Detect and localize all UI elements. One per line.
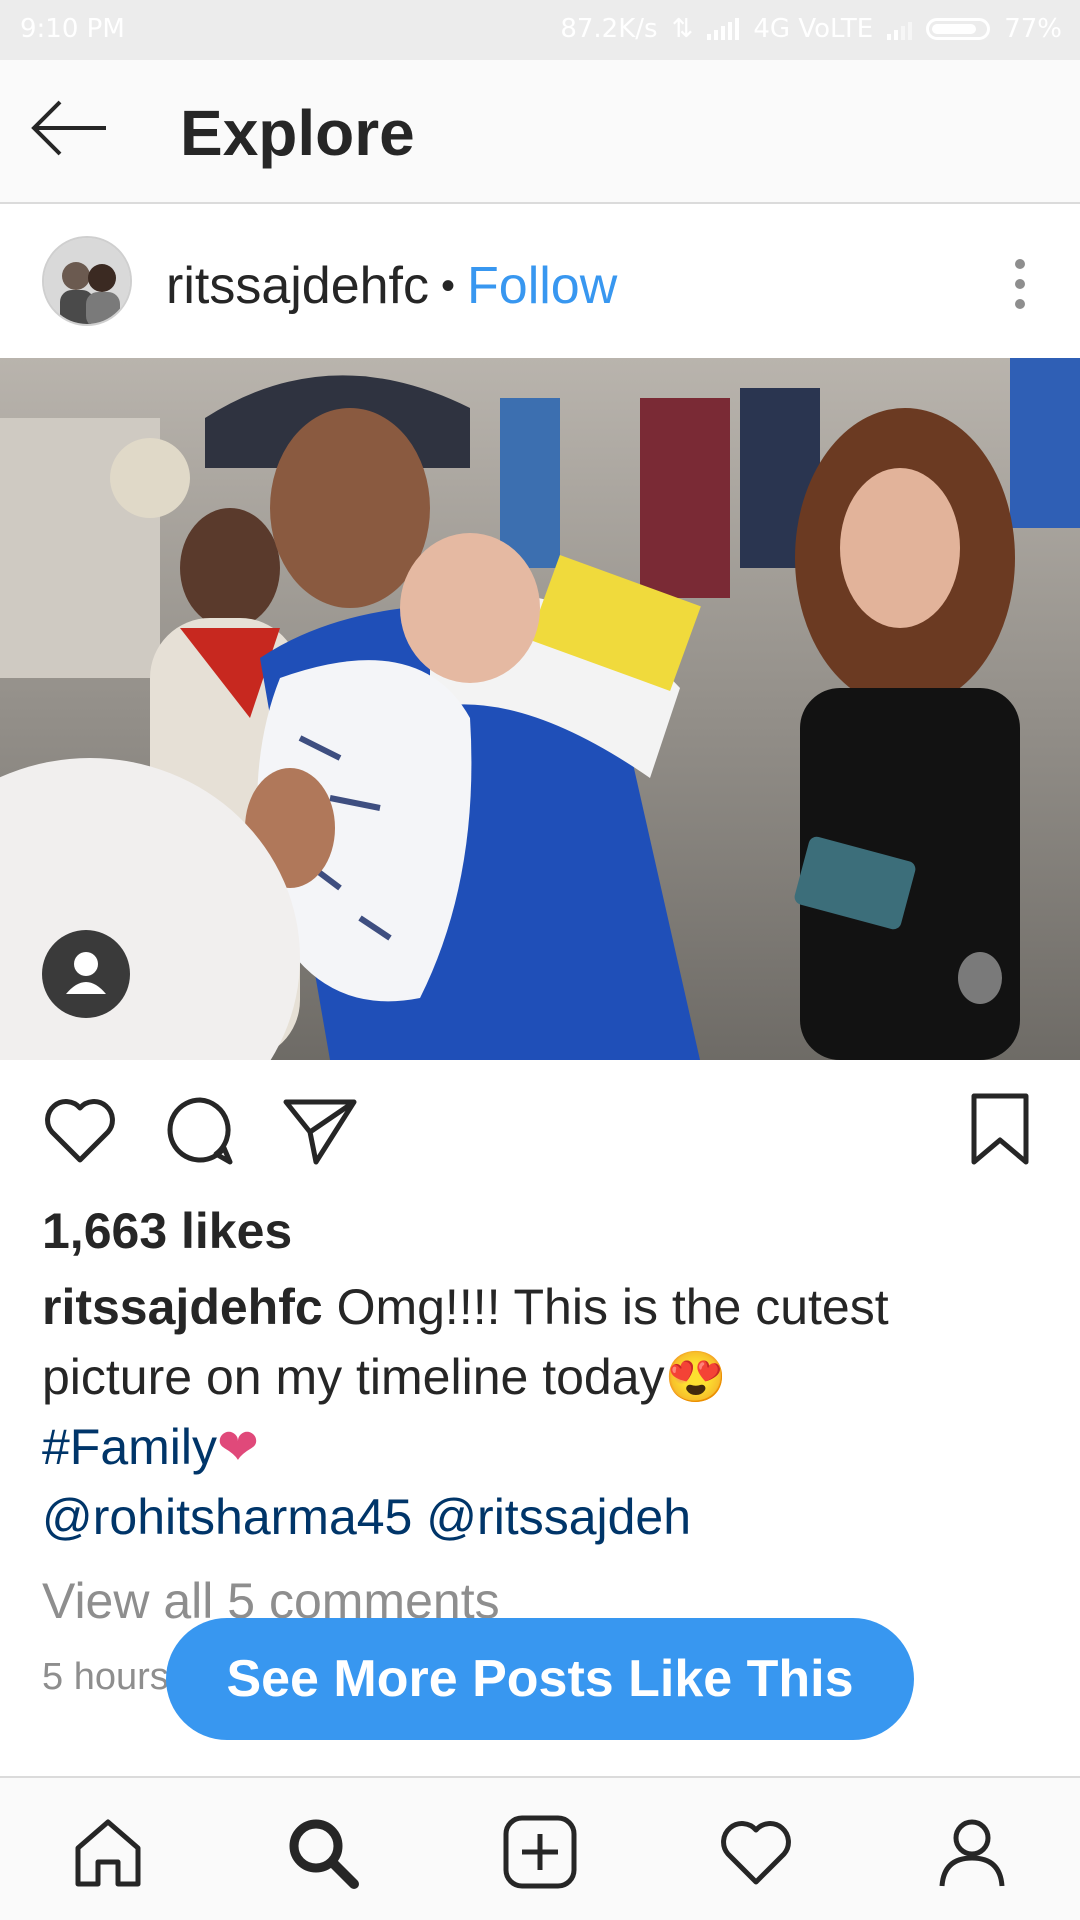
arrow-left-icon xyxy=(31,100,106,156)
avatar[interactable] xyxy=(42,236,132,326)
data-arrows-icon: ⇅ xyxy=(671,14,694,44)
status-bar: 9:10 PM 87.2K/s ⇅ 4G VoLTE 77% xyxy=(0,0,1080,60)
heart-emoji: ❤ xyxy=(217,1419,259,1475)
signal-icon-2 xyxy=(887,18,913,40)
profile-icon xyxy=(939,1819,1005,1887)
tab-search[interactable] xyxy=(284,1814,360,1890)
bookmark-icon xyxy=(971,1093,1029,1165)
tab-activity[interactable] xyxy=(718,1814,794,1890)
battery-icon xyxy=(926,18,991,40)
home-icon xyxy=(75,1819,141,1887)
signal-icon xyxy=(707,18,740,40)
add-icon xyxy=(503,1815,577,1889)
like-button[interactable] xyxy=(40,1090,120,1170)
share-button[interactable] xyxy=(280,1090,360,1170)
more-vertical-icon xyxy=(1015,259,1025,309)
caption-username[interactable]: ritssajdehfc xyxy=(42,1279,323,1335)
hashtag-link[interactable]: #Family xyxy=(42,1419,217,1475)
heart-eyes-emoji: 😍 xyxy=(664,1349,727,1405)
back-button[interactable] xyxy=(30,98,110,158)
send-icon xyxy=(283,1099,357,1165)
top-bar: Explore xyxy=(0,60,1080,204)
status-time: 9:10 PM xyxy=(20,14,125,44)
post-username[interactable]: ritssajdehfc xyxy=(166,256,429,316)
bottom-tab-bar xyxy=(0,1776,1080,1920)
tab-profile[interactable] xyxy=(934,1814,1010,1890)
post-photo[interactable] xyxy=(0,358,1080,1060)
user-icon xyxy=(66,952,106,994)
post-actions xyxy=(0,1090,1080,1180)
post-caption: ritssajdehfc Omg!!!! This is the cutest … xyxy=(42,1272,1032,1552)
post-timestamp: 5 hours xyxy=(42,1656,169,1698)
avatar-image xyxy=(44,238,130,324)
photo-illustration xyxy=(0,358,1080,1060)
network-type: 4G VoLTE xyxy=(753,14,874,44)
save-button[interactable] xyxy=(960,1090,1040,1170)
likes-count[interactable]: 1,663 likes xyxy=(42,1202,292,1260)
post-header: ritssajdehfc • Follow xyxy=(0,206,1080,358)
heart-outline-icon xyxy=(45,1099,115,1163)
mention-link-1[interactable]: @rohitsharma45 xyxy=(42,1489,412,1545)
battery-percent: 77% xyxy=(1004,14,1062,44)
see-more-posts-button[interactable]: See More Posts Like This xyxy=(166,1618,914,1740)
status-indicators: 87.2K/s ⇅ 4G VoLTE 77% xyxy=(560,14,1062,44)
comment-button[interactable] xyxy=(160,1090,240,1170)
follow-button[interactable]: Follow xyxy=(467,256,617,316)
username-row: ritssajdehfc • Follow xyxy=(166,256,617,316)
heart-icon xyxy=(721,1821,791,1885)
tab-home[interactable] xyxy=(70,1814,146,1890)
separator-dot: • xyxy=(441,263,456,308)
more-options-button[interactable] xyxy=(1000,256,1040,312)
view-comments-link[interactable]: View all 5 comments xyxy=(42,1572,500,1624)
comment-icon xyxy=(167,1097,233,1165)
mention-link-2[interactable]: @ritssajdeh xyxy=(426,1489,691,1545)
tab-create[interactable] xyxy=(502,1814,578,1890)
page-title: Explore xyxy=(180,97,415,169)
search-icon xyxy=(289,1819,359,1889)
network-speed: 87.2K/s xyxy=(560,14,658,44)
tagged-users-button[interactable] xyxy=(42,930,130,1018)
